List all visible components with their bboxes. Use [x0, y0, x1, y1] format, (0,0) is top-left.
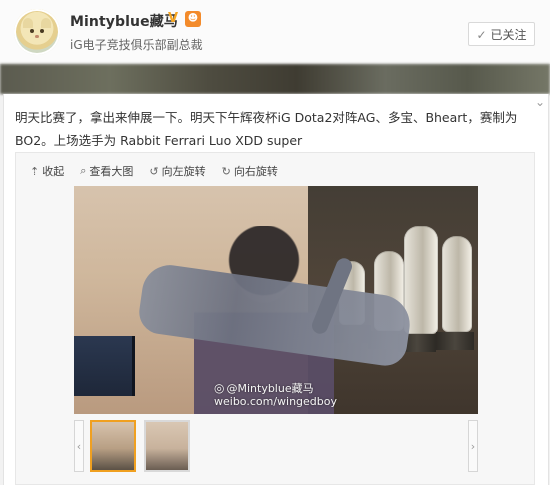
- post-text: 明天比赛了，拿出来伸展一下。明天下午辉夜杯iG Dota2对阵AG、多宝、Bhe…: [15, 110, 518, 148]
- expand-arrow-icon[interactable]: ⌄: [533, 95, 547, 109]
- zoom-icon: ⌕: [80, 164, 87, 177]
- followed-button[interactable]: ✓ 已关注: [468, 22, 535, 46]
- watermark-text: @Mintyblue藏马 weibo.com/wingedboy: [214, 382, 338, 408]
- view-large-button[interactable]: ⌕ 查看大图: [80, 163, 133, 179]
- thumbnail-next-button[interactable]: ›: [468, 420, 478, 472]
- username[interactable]: Mintyblue藏马: [70, 11, 178, 31]
- rotate-right-label: 向右旋转: [233, 165, 278, 178]
- user-description: iG电子竞技俱乐部副总裁: [70, 38, 203, 52]
- post-photo[interactable]: [74, 186, 478, 414]
- avatar-ear-left: [23, 18, 33, 28]
- verified-badge: V: [167, 11, 179, 26]
- view-large-label: 查看大图: [89, 165, 134, 178]
- trophy-base: [436, 332, 474, 350]
- collapse-icon: ⇡: [30, 164, 40, 178]
- collapse-button[interactable]: ⇡ 收起: [30, 163, 64, 179]
- avatar-eye-left: [30, 29, 34, 33]
- cover-strip: [0, 64, 550, 94]
- checkmark-icon: ✓: [476, 28, 487, 42]
- weibo-logo-icon: ◎: [214, 381, 225, 395]
- avatar-ear-right: [41, 18, 51, 28]
- followed-button-label: 已关注: [490, 28, 527, 42]
- media-toolbar: ⇡ 收起 ⌕ 查看大图 ↺ 向左旋转 ↻ 向右旋转: [30, 162, 278, 180]
- thumbnail-1[interactable]: [90, 420, 136, 472]
- rotate-left-icon: ↺: [149, 164, 159, 178]
- collapse-label: 收起: [42, 165, 65, 178]
- thumbnail-strip: ‹ ›: [74, 420, 478, 476]
- thumbnail-2[interactable]: [144, 420, 190, 472]
- avatar-eye-right: [40, 29, 44, 33]
- rotate-right-button[interactable]: ↻ 向右旋转: [222, 163, 278, 179]
- rotate-right-icon: ↻: [221, 164, 231, 178]
- rotate-left-label: 向左旋转: [161, 165, 206, 178]
- rotate-left-button[interactable]: ↺ 向左旋转: [149, 163, 205, 179]
- trophy: [436, 236, 474, 350]
- profile-avatar[interactable]: [14, 9, 60, 55]
- avatar-nose: [35, 35, 39, 38]
- monitor: [74, 336, 135, 396]
- fan-badge-icon: ☻: [185, 11, 201, 27]
- thumbnail-prev-button[interactable]: ‹: [74, 420, 84, 472]
- photo-watermark: ◎ @Mintyblue藏马 weibo.com/wingedboy: [214, 381, 338, 409]
